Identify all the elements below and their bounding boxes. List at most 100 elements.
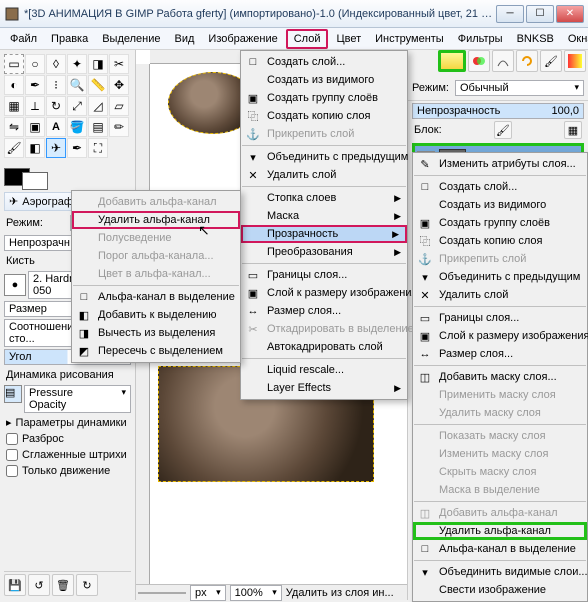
brush-tab-icon[interactable]: 🖌 <box>540 50 562 72</box>
menu-item[interactable]: ◫Добавить маску слоя... <box>413 368 587 386</box>
layer-opacity-slider[interactable]: Непрозрачность 100,0 <box>412 103 584 119</box>
restore-preset-icon[interactable]: ↺ <box>28 574 50 596</box>
zoom-dropdown[interactable]: 100% <box>230 585 282 601</box>
layers-tab-icon[interactable] <box>438 50 466 72</box>
scatter-checkbox[interactable] <box>6 433 18 445</box>
zoom-tool[interactable]: 🔍 <box>67 75 87 95</box>
ink-tool[interactable]: ✒ <box>67 138 87 158</box>
rotate-tool[interactable]: ↻ <box>46 96 66 116</box>
menu-bnksb[interactable]: BNKSB <box>511 31 560 47</box>
menu-item[interactable]: Удалить альфа-канал <box>72 211 240 229</box>
menu-item[interactable]: ✕Удалить слой <box>413 286 587 304</box>
menu-item[interactable]: ⿻Создать копию слоя <box>241 107 407 125</box>
expand-icon[interactable]: ▸ <box>6 416 12 429</box>
smooth-checkbox[interactable] <box>6 449 18 461</box>
dynamics-dropdown[interactable]: Pressure Opacity <box>24 385 131 413</box>
bg-color[interactable] <box>22 172 48 190</box>
minimize-button[interactable]: ─ <box>496 5 524 23</box>
measure-tool[interactable]: 📏 <box>88 75 108 95</box>
menu-item[interactable]: ◨Вычесть из выделения <box>72 324 240 342</box>
blend-mode-dropdown[interactable]: Обычный <box>455 80 584 96</box>
close-button[interactable]: ✕ <box>556 5 584 23</box>
fuzzy-select-tool[interactable]: ✦ <box>67 54 87 74</box>
menu-item[interactable]: ▣Слой к размеру изображения <box>413 327 587 345</box>
foreground-select-tool[interactable]: ◐ <box>4 75 24 95</box>
menu-item[interactable]: □Создать слой... <box>413 178 587 196</box>
unit-dropdown[interactable]: px <box>190 585 226 601</box>
menu-item[interactable]: ▾Объединить видимые слои... <box>413 563 587 581</box>
delete-preset-icon[interactable]: 🗑 <box>52 574 74 596</box>
menu-tools[interactable]: Инструменты <box>369 31 450 47</box>
lock-pixels-icon[interactable]: 🖌 <box>494 121 512 139</box>
clone-tool[interactable]: ⛶ <box>88 138 108 158</box>
reset-preset-icon[interactable]: ↻ <box>76 574 98 596</box>
menu-layer[interactable]: Слой <box>286 29 329 49</box>
onlymove-checkbox[interactable] <box>6 465 18 477</box>
channels-tab-icon[interactable] <box>468 50 490 72</box>
cage-tool[interactable]: ▣ <box>25 117 45 137</box>
scissors-tool[interactable]: ✂ <box>109 54 129 74</box>
menu-color[interactable]: Цвет <box>330 31 367 47</box>
save-preset-icon[interactable]: 💾 <box>4 574 26 596</box>
crop-tool[interactable]: ⟂ <box>25 96 45 116</box>
brush-preview[interactable]: ● <box>4 274 26 296</box>
menu-item[interactable]: Удалить альфа-канал <box>413 522 587 540</box>
text-tool[interactable]: A <box>46 117 66 137</box>
align-tool[interactable]: ▦ <box>4 96 24 116</box>
menu-item[interactable]: ▣Создать группу слоёв <box>413 214 587 232</box>
menu-item[interactable]: ↔Размер слоя... <box>413 345 587 363</box>
pencil-tool[interactable]: ✏ <box>109 117 129 137</box>
menu-item[interactable]: ▣Создать группу слоёв <box>241 89 407 107</box>
menu-item[interactable]: ⿻Создать копию слоя <box>413 232 587 250</box>
scale-tool[interactable]: ⤢ <box>67 96 87 116</box>
menu-item[interactable]: Автокадрировать слой <box>241 338 407 356</box>
menu-windows[interactable]: Окна <box>562 31 588 47</box>
color-picker-tool[interactable]: ⁝ <box>46 75 66 95</box>
menu-filters[interactable]: Фильтры <box>452 31 509 47</box>
menu-item[interactable]: Маска▶ <box>241 207 407 225</box>
menu-file[interactable]: Файл <box>4 31 43 47</box>
menu-item[interactable]: Layer Effects▶ <box>241 379 407 397</box>
menu-item[interactable]: □Альфа-канал в выделение <box>413 540 587 558</box>
gradient-tab-icon[interactable] <box>564 50 586 72</box>
move-tool[interactable]: ✥ <box>109 75 129 95</box>
menu-select[interactable]: Выделение <box>96 31 166 47</box>
menu-item[interactable]: ▭Границы слоя... <box>413 309 587 327</box>
blend-tool[interactable]: ▤ <box>88 117 108 137</box>
ellipse-select-tool[interactable]: ○ <box>25 54 45 74</box>
menu-item[interactable]: Создать из видимого <box>413 196 587 214</box>
paths-tab-icon[interactable] <box>492 50 514 72</box>
menu-item[interactable]: Преобразования▶ <box>241 243 407 261</box>
menu-item[interactable]: ↔Размер слоя... <box>241 302 407 320</box>
perspective-tool[interactable]: ▱ <box>109 96 129 116</box>
paths-tool[interactable]: ✒ <box>25 75 45 95</box>
bucket-fill-tool[interactable]: 🪣 <box>67 117 87 137</box>
maximize-button[interactable]: ☐ <box>526 5 554 23</box>
eraser-tool[interactable]: ◧ <box>25 138 45 158</box>
free-select-tool[interactable]: ◊ <box>46 54 66 74</box>
menu-item[interactable]: Стопка слоев▶ <box>241 189 407 207</box>
menu-item[interactable]: □Альфа-канал в выделение <box>72 288 240 306</box>
menu-item[interactable]: ▾Объединить с предыдущим <box>413 268 587 286</box>
menu-item[interactable]: ◩Пересечь с выделением <box>72 342 240 360</box>
menu-item[interactable]: ◧Добавить к выделению <box>72 306 240 324</box>
shear-tool[interactable]: ◿ <box>88 96 108 116</box>
undo-history-icon[interactable] <box>516 50 538 72</box>
rect-select-tool[interactable]: ▭ <box>4 54 24 74</box>
menu-item[interactable]: Свести изображение <box>413 581 587 599</box>
menu-edit[interactable]: Правка <box>45 31 94 47</box>
dynamics-icon[interactable]: ▤ <box>4 385 22 403</box>
params-label[interactable]: Параметры динамики <box>16 417 127 429</box>
menu-item[interactable]: □Создать слой... <box>241 53 407 71</box>
menu-view[interactable]: Вид <box>169 31 201 47</box>
flip-tool[interactable]: ⇋ <box>4 117 24 137</box>
menu-item[interactable]: Прозрачность▶ <box>241 225 407 243</box>
menu-item[interactable]: Создать из видимого <box>241 71 407 89</box>
lock-alpha-icon[interactable]: ▦ <box>564 121 582 139</box>
menu-item[interactable]: ✕Удалить слой <box>241 166 407 184</box>
menu-item[interactable]: ▾Объединить с предыдущим <box>241 148 407 166</box>
menu-item[interactable]: ✎Изменить атрибуты слоя... <box>413 155 587 173</box>
menu-item[interactable]: ▣Слой к размеру изображения <box>241 284 407 302</box>
paintbrush-tool[interactable]: 🖌 <box>4 138 24 158</box>
menu-image[interactable]: Изображение <box>202 31 283 47</box>
